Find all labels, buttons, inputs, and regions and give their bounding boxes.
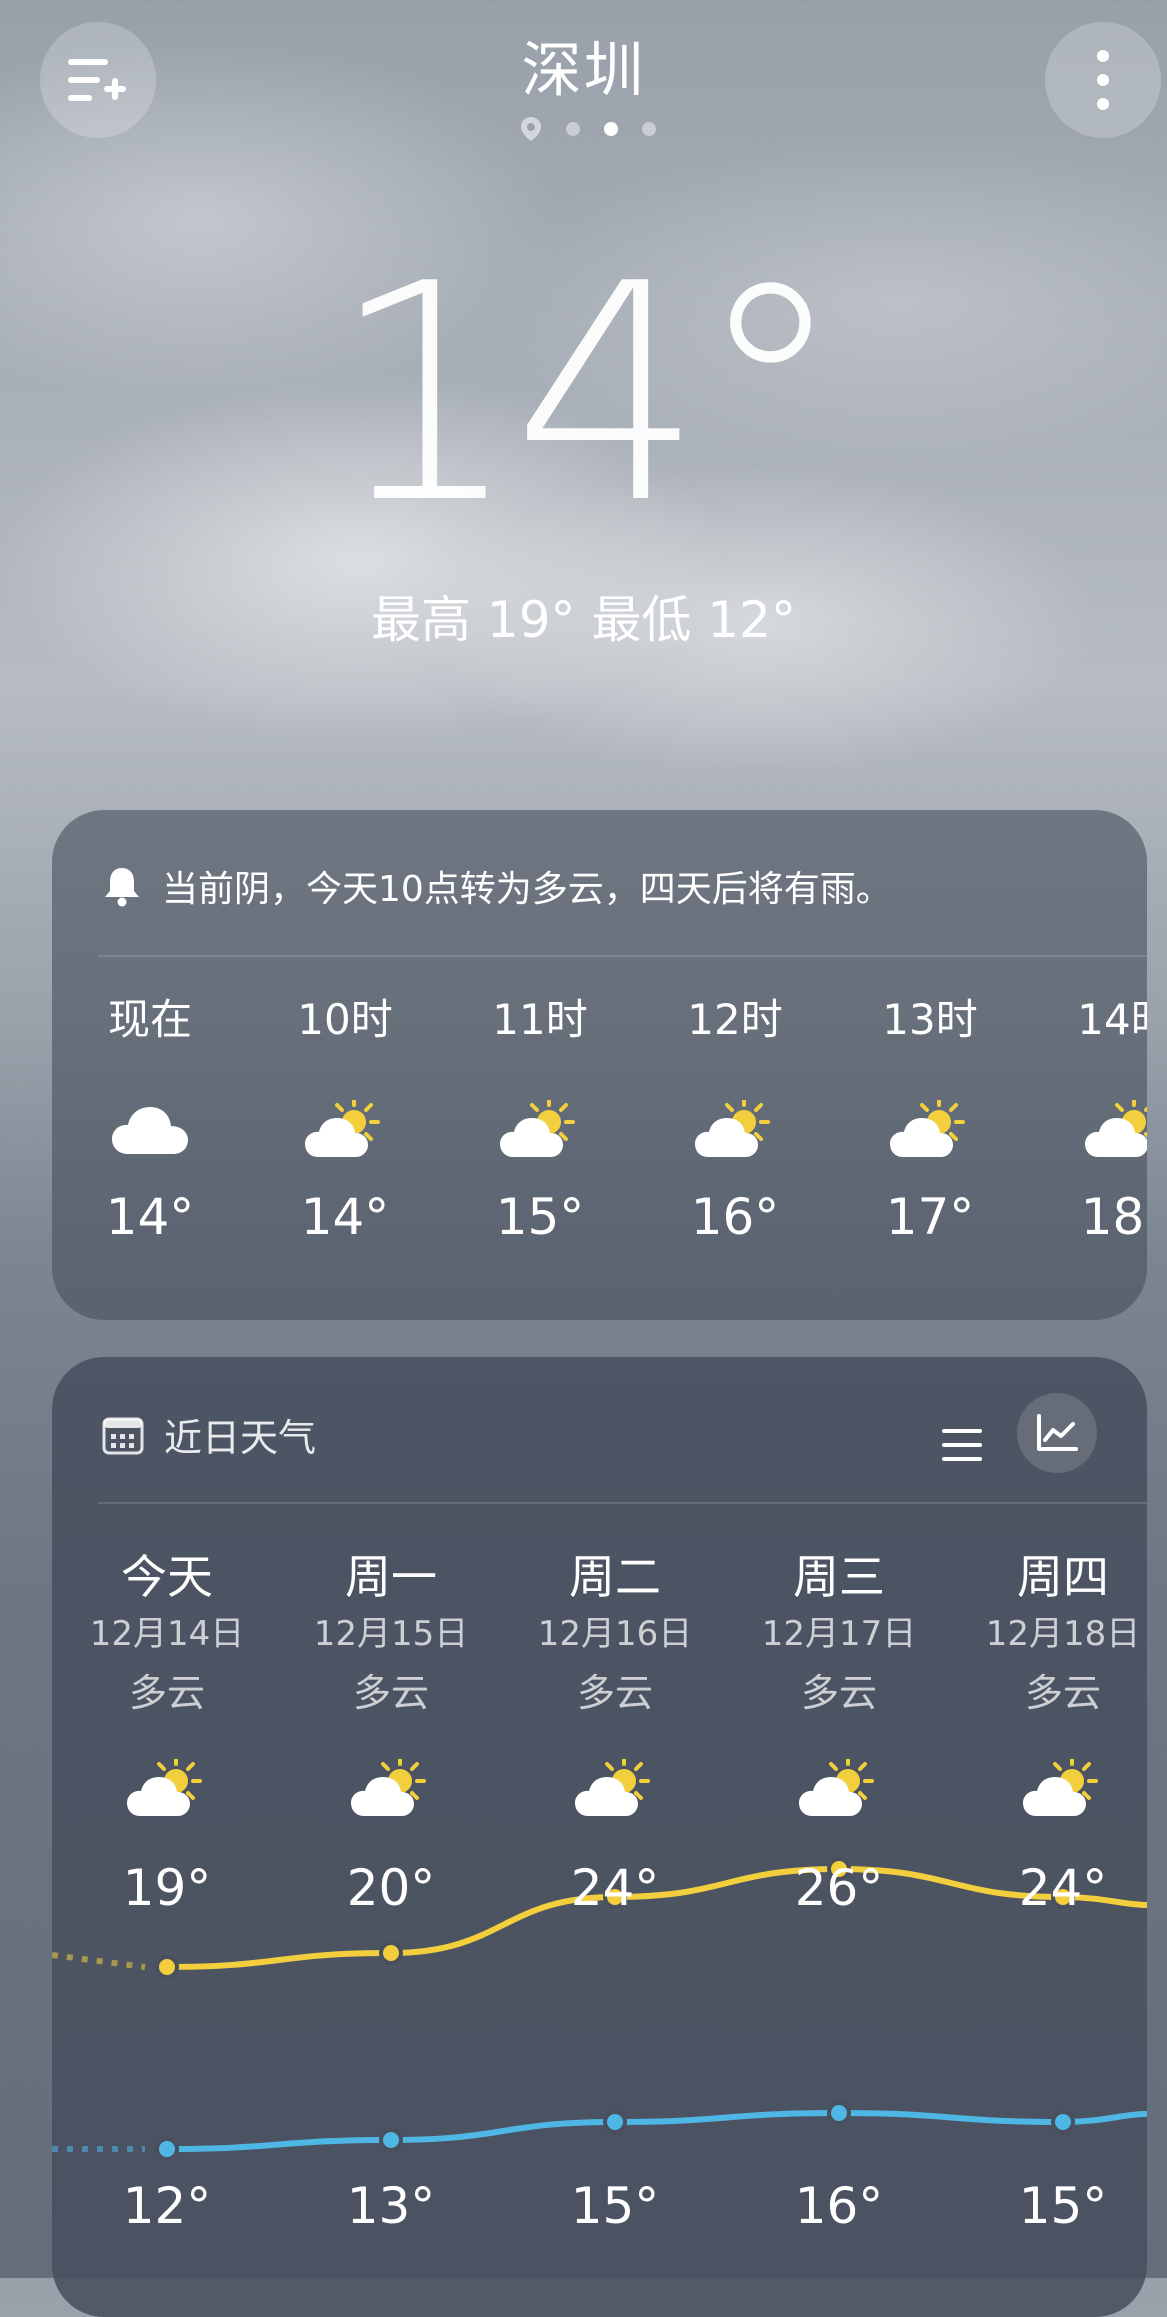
day-weather-icon <box>281 1749 501 1829</box>
current-temperature: 14° <box>329 220 846 569</box>
hour-time: 12时 <box>687 995 783 1044</box>
day-name: 今天 <box>121 1550 213 1604</box>
low-temp-line <box>166 2109 1147 2152</box>
day-condition: 多云 <box>800 1671 877 1715</box>
day-date: 12月16日 <box>537 1614 693 1654</box>
day-column[interactable]: 今天 12月14日多云 19° <box>57 1547 277 1917</box>
day-name: 周二 <box>569 1550 661 1604</box>
hour-time: 现在 <box>107 995 192 1044</box>
city-name: 深圳 <box>521 36 646 106</box>
more-vertical-icon <box>1097 50 1109 110</box>
day-condition: 多云 <box>128 1671 205 1715</box>
hour-time: 14时 <box>1077 995 1147 1044</box>
day-low-temp: 16° <box>794 2177 884 2235</box>
hour-weather-icon <box>645 1090 825 1170</box>
day-weather-icon <box>953 1749 1147 1829</box>
day-column[interactable]: 周三 12月17日多云 26° <box>729 1547 949 1917</box>
partly-cloudy-icon <box>127 1759 202 1816</box>
partly-cloudy-icon <box>1085 1100 1147 1157</box>
day-low-temp: 12° <box>122 2177 212 2235</box>
day-high-temp: 24° <box>570 1859 660 1917</box>
low-temp-point <box>379 2128 403 2152</box>
partly-cloudy-icon <box>305 1100 380 1157</box>
partly-cloudy-icon <box>351 1759 426 1816</box>
partly-cloudy-icon <box>695 1100 770 1157</box>
cloud-icon <box>112 1107 188 1154</box>
day-date: 12月15日 <box>313 1614 469 1654</box>
day-weather-icon <box>57 1749 277 1829</box>
high-temp-point <box>379 1941 403 1965</box>
day-high-temp: 19° <box>122 1859 212 1917</box>
hour-time: 13时 <box>882 995 978 1044</box>
hour-column: 13时 17° <box>840 990 1020 1246</box>
day-name: 周一 <box>345 1550 437 1604</box>
low-temp-point <box>155 2137 179 2161</box>
day-condition: 多云 <box>576 1671 653 1715</box>
high-low-temperature: 最高 19° 最低 12° <box>371 591 796 649</box>
day-low-temp: 15° <box>1018 2177 1108 2235</box>
day-weather-icon <box>505 1749 725 1829</box>
hour-temp: 18° <box>1080 1188 1147 1246</box>
hour-column: 14时 18° <box>1035 990 1147 1246</box>
hour-temp: 16° <box>690 1188 780 1246</box>
day-date: 12月17日 <box>761 1614 917 1654</box>
day-column[interactable]: 周四 12月18日多云 24° <box>953 1547 1147 1917</box>
hourly-forecast-card[interactable]: 当前阴，今天10点转为多云，四天后将有雨。 现在 14° 10时 14° 11时 15° 1… <box>52 810 1147 1320</box>
high-temp-point <box>155 1955 179 1979</box>
partly-cloudy-icon <box>890 1100 965 1157</box>
day-low-temp: 13° <box>346 2177 436 2235</box>
hour-column: 12时 16° <box>645 990 825 1246</box>
hour-temp: 17° <box>885 1188 975 1246</box>
day-weather-icon <box>729 1749 949 1829</box>
page-indicator[interactable] <box>520 116 656 142</box>
partly-cloudy-icon <box>575 1759 650 1816</box>
low-temp-point <box>603 2110 627 2134</box>
hour-time: 10时 <box>297 995 393 1044</box>
day-name: 周三 <box>793 1550 885 1604</box>
partly-cloudy-icon <box>799 1759 874 1816</box>
hour-weather-icon <box>840 1090 1020 1170</box>
day-condition: 多云 <box>352 1671 429 1715</box>
hour-temp: 14° <box>300 1188 390 1246</box>
day-high-temp: 26° <box>794 1859 884 1917</box>
more-options-button[interactable] <box>1045 22 1161 138</box>
day-high-temp: 24° <box>1018 1859 1108 1917</box>
daily-forecast-card[interactable]: 近日天气 今天 12月14日 多云 19° 12° 周一 12月15日 多云 20° 13° 周二 1… <box>52 1357 1147 2317</box>
hour-weather-icon <box>60 1090 240 1170</box>
day-column[interactable]: 周二 12月16日多云 24° <box>505 1547 725 1917</box>
page-dot <box>566 122 580 136</box>
day-condition: 多云 <box>1024 1671 1101 1715</box>
page-dot-active <box>604 122 618 136</box>
trend-lead-in <box>52 1952 146 1970</box>
partly-cloudy-icon <box>1023 1759 1098 1816</box>
hour-temp: 15° <box>495 1188 585 1246</box>
partly-cloudy-icon <box>500 1100 575 1157</box>
hour-weather-icon <box>1035 1090 1147 1170</box>
hour-column: 现在 14° <box>60 990 240 1246</box>
low-temp-point <box>1051 2110 1075 2134</box>
day-low-temp: 15° <box>570 2177 660 2235</box>
low-temp-point <box>827 2101 851 2125</box>
divider <box>98 955 1147 957</box>
location-pin-icon <box>521 117 541 141</box>
hour-weather-icon <box>450 1090 630 1170</box>
page-dot <box>642 122 656 136</box>
hour-time: 11时 <box>492 995 588 1044</box>
weather-alert: 当前阴，今天10点转为多云，四天后将有雨。 <box>102 860 892 912</box>
hour-column: 11时 15° <box>450 990 630 1246</box>
hour-column: 10时 14° <box>255 990 435 1246</box>
bell-icon <box>105 868 139 907</box>
day-high-temp: 20° <box>346 1859 436 1917</box>
hour-temp: 14° <box>105 1188 195 1246</box>
day-date: 12月18日 <box>985 1614 1141 1654</box>
day-date: 12月14日 <box>89 1614 245 1654</box>
hour-weather-icon <box>255 1090 435 1170</box>
alert-text: 当前阴，今天10点转为多云，四天后将有雨。 <box>162 869 892 910</box>
day-column[interactable]: 周一 12月15日多云 20° <box>281 1547 501 1917</box>
day-name: 周四 <box>1017 1550 1109 1604</box>
